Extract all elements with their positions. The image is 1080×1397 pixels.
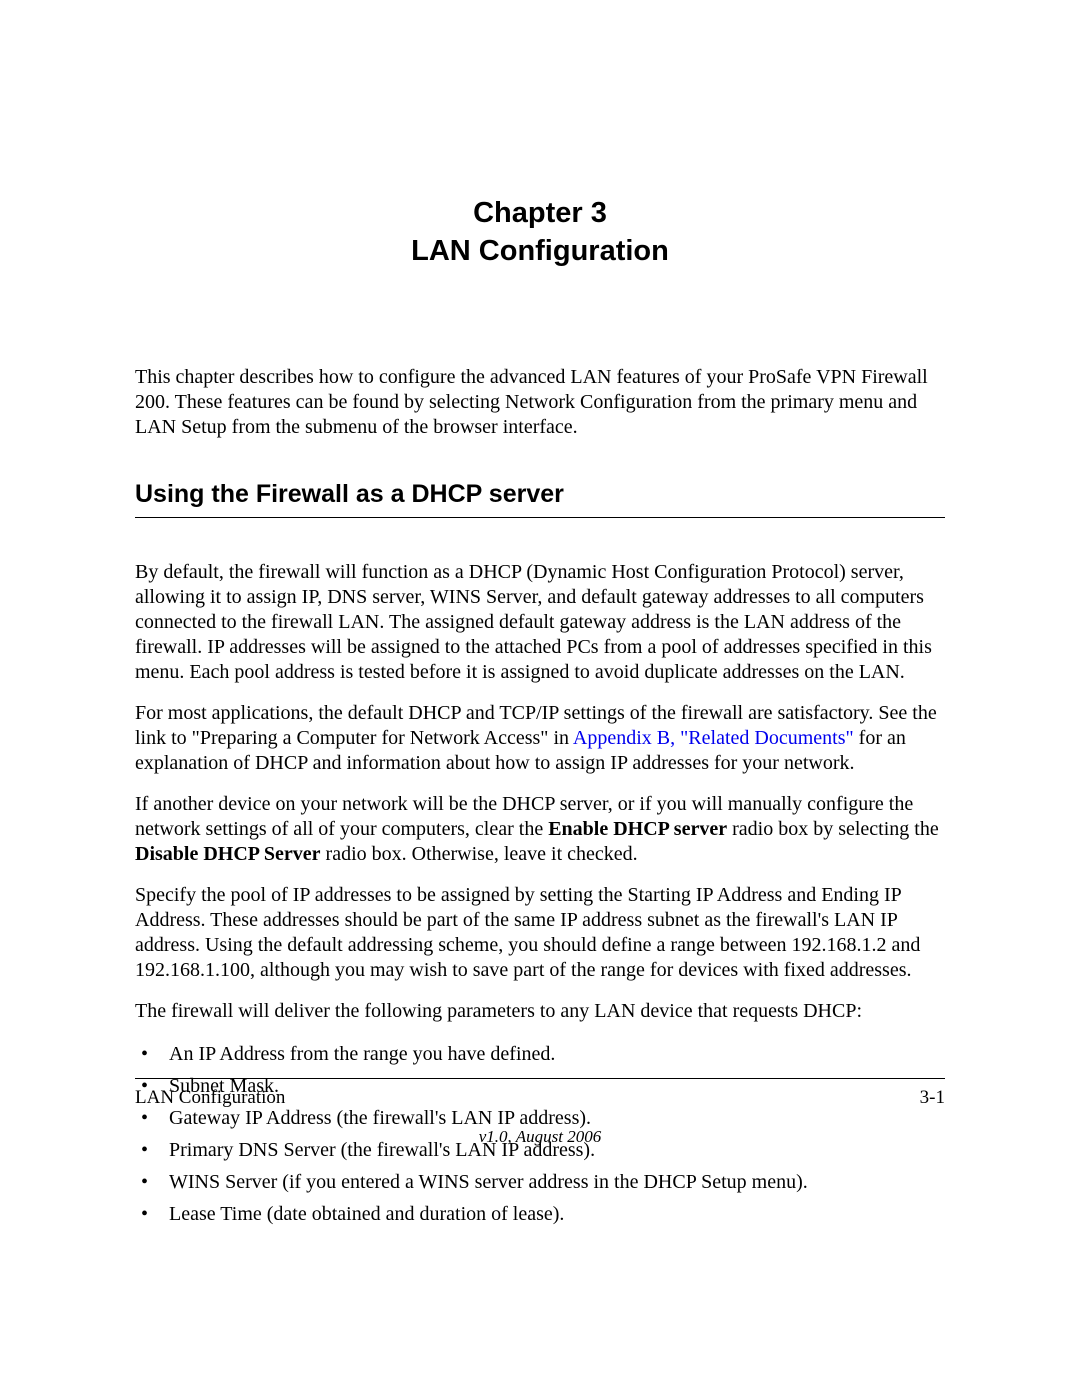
body-paragraph-1: By default, the firewall will function a… (135, 560, 945, 685)
body-paragraph-5: The firewall will deliver the following … (135, 999, 945, 1024)
intro-paragraph: This chapter describes how to configure … (135, 365, 945, 440)
para3-post: radio box. Otherwise, leave it checked. (321, 843, 638, 865)
document-page: Chapter 3 LAN Configuration This chapter… (0, 0, 1080, 1228)
footer-line: LAN Configuration 3-1 (135, 1087, 945, 1109)
disable-dhcp-bold: Disable DHCP Server (135, 843, 321, 865)
footer-left: LAN Configuration (135, 1087, 285, 1109)
list-item: WINS Server (if you entered a WINS serve… (169, 1168, 945, 1196)
body-paragraph-3: If another device on your network will b… (135, 792, 945, 867)
para3-mid: radio box by selecting the (727, 818, 939, 840)
body-paragraph-4: Specify the pool of IP addresses to be a… (135, 883, 945, 983)
body-paragraph-2: For most applications, the default DHCP … (135, 701, 945, 776)
footer-version: v1.0, August 2006 (135, 1127, 945, 1147)
chapter-label: Chapter 3 (135, 195, 945, 233)
section-heading: Using the Firewall as a DHCP server (135, 480, 945, 518)
list-item: Lease Time (date obtained and duration o… (169, 1200, 945, 1228)
page-footer: LAN Configuration 3-1 v1.0, August 2006 (135, 1078, 945, 1147)
footer-rule (135, 1078, 945, 1079)
footer-page-number: 3-1 (920, 1087, 945, 1109)
enable-dhcp-bold: Enable DHCP server (548, 818, 727, 840)
list-item: An IP Address from the range you have de… (169, 1040, 945, 1068)
chapter-heading: Chapter 3 LAN Configuration (135, 195, 945, 270)
chapter-title: LAN Configuration (135, 233, 945, 271)
appendix-b-link[interactable]: Appendix B, "Related Documents" (573, 727, 854, 749)
